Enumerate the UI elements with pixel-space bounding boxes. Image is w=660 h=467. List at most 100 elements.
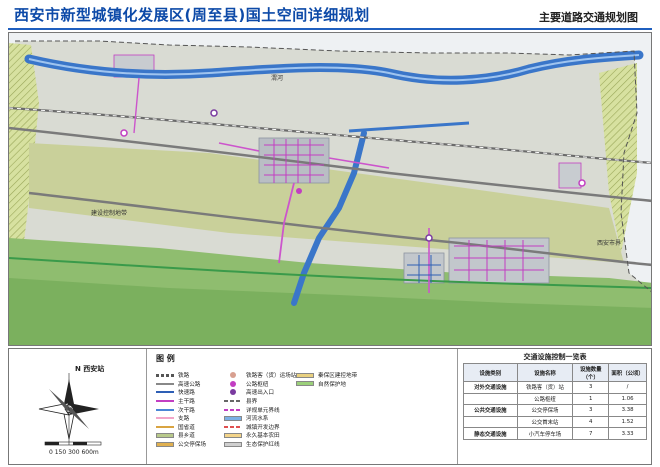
legend-item: 次干路 [156, 405, 206, 414]
legend-label: 高速出入口 [246, 390, 274, 397]
header-name: 设施名称 [516, 363, 574, 382]
legend-line-swatch [156, 382, 174, 385]
legend-label: 国省道 [178, 424, 195, 431]
legend-label: 铁路客（货）运场站 [246, 373, 297, 380]
facility-table: 设施类别 设施名称 设施数量（个） 面积（公顷） 对外交通设施 铁路客（货）站 3/… [463, 363, 647, 440]
legend-label: 永久基本农田 [246, 433, 280, 440]
facility-cell-category: 公共交通设施 [463, 404, 518, 417]
legend-dash-swatch [224, 400, 242, 403]
legend-label: 河流水系 [246, 416, 269, 423]
map-title: 西安市新型城镇化发展区(周至县)国土空间详细规划 [14, 6, 370, 24]
legend-fill-swatch [156, 441, 174, 447]
legend-label: 次干路 [178, 407, 195, 414]
legend-label: 详规单元界线 [246, 407, 280, 414]
legend-line-swatch [156, 425, 174, 428]
legend-rail-swatch [156, 373, 174, 377]
legend-label: 秦保区建控地带 [318, 373, 358, 380]
north-label: N 西安站 [75, 365, 105, 373]
legend-item: 铁路客（货）运场站 [224, 371, 296, 380]
legend-item: 铁路 [156, 371, 206, 380]
facility-table-row: 公共交通设施 公交停保场 3 3.38 [463, 404, 647, 417]
legend-dot-icon [230, 372, 236, 379]
highway-exit-central[interactable] [210, 109, 218, 117]
map-label: 渭河 [271, 74, 283, 82]
legend-dot-icon [230, 389, 236, 396]
legend-item: 高速公路 [156, 380, 206, 389]
legend-column-3: 秦保区建控地带 自然保护地 [296, 371, 357, 388]
facility-table-row: 静态交通设施 小汽车停车场 7 3.33 [463, 427, 647, 440]
legend-panel: N 西安站 0 150 300 600m 图 例 铁路 高速公路 快速路 主干路 次干路… [8, 348, 652, 465]
legend-item: 主干路 [156, 397, 206, 406]
highway-exit-east[interactable] [425, 234, 433, 242]
legend-label: 县界 [246, 399, 258, 406]
legend-label: 快速路 [178, 390, 195, 397]
map-subtitle: 主要道路交通规划图 [539, 11, 638, 24]
highway-exit-west[interactable] [120, 129, 128, 137]
facility-cell-category: 静态交通设施 [463, 427, 518, 440]
legend-column-1: 铁路 高速公路快速路主干路 次干路支路 国省道县乡道公交停保场 [156, 371, 206, 448]
legend-label: 生态保护红线 [246, 442, 280, 449]
facility-cell-category [463, 392, 518, 406]
legend-item: 公交停保场 [156, 440, 206, 449]
legend-label: 公交停保场 [178, 442, 206, 449]
facility-cell-count: 3 [572, 404, 610, 417]
facility-cell-area: 3.33 [608, 427, 647, 440]
legend-item: 高速出入口 [224, 388, 296, 397]
legend-item: 河流水系 [224, 414, 296, 423]
map-label: 西安市界 [597, 239, 621, 247]
facility-table-row: 公路枢纽 1 1.06 [463, 392, 647, 406]
facility-table-row: 公交首末站 4 1.52 [463, 415, 647, 429]
header-category: 设施类别 [463, 363, 518, 382]
legend-fill-swatch [296, 372, 314, 378]
legend-item: 城镇开发边界 [224, 423, 296, 432]
facility-cell-count: 7 [572, 427, 610, 440]
highway-exit-far-east[interactable] [578, 179, 586, 187]
legend-item: 支路 [156, 414, 206, 423]
legend-label: 县乡道 [178, 433, 195, 440]
legend-label: 公路枢纽 [246, 381, 269, 388]
legend-item: 详规单元界线 [224, 405, 296, 414]
legend-fill-swatch [296, 381, 314, 387]
highway-hub[interactable] [296, 188, 302, 194]
legend-fill-swatch [224, 441, 242, 447]
compass-box: N 西安站 0 150 300 600m [9, 349, 147, 464]
legend-fill-swatch [224, 415, 242, 421]
planning-map-canvas[interactable]: 渭河建设控制地带西安市界 [9, 33, 652, 346]
legend-label: 自然保护地 [318, 381, 346, 388]
facility-cell-count: 1 [572, 392, 610, 406]
legend-line-swatch [156, 400, 174, 403]
map-label: 建设控制地带 [91, 209, 127, 217]
east-urban-block-2 [403, 252, 445, 284]
legend-item: 县界 [224, 397, 296, 406]
facility-cell-count: 4 [572, 415, 610, 429]
header-count: 设施数量（个） [572, 363, 610, 382]
legend-fill-swatch [156, 432, 174, 438]
legend-item: 秦保区建控地带 [296, 371, 357, 380]
header-rule [8, 28, 652, 30]
legend-item: 生态保护红线 [224, 440, 296, 449]
legend-dash-swatch [224, 408, 242, 411]
legend-item: 快速路 [156, 388, 206, 397]
legend-label: 支路 [178, 416, 190, 423]
facility-cell-category: 对外交通设施 [463, 381, 518, 394]
facility-cell-area: 3.38 [608, 404, 647, 417]
east-small-block [558, 162, 582, 189]
facility-cell-name: 公交首末站 [516, 415, 574, 429]
legend-label: 主干路 [178, 399, 195, 406]
legend-item: 自然保护地 [296, 380, 357, 389]
legend-line-swatch [156, 408, 174, 411]
legend-column-2: 铁路客（货）运场站 公路枢纽高速出入口县界 详规单元界线 河流水系 城镇开发边界 永久基本… [224, 371, 296, 448]
header-area: 面积（公顷） [608, 363, 647, 382]
facility-table-header-row: 设施类别 设施名称 设施数量（个） 面积（公顷） [463, 363, 647, 382]
facility-cell-name: 铁路客（货）站 [516, 381, 574, 394]
legend-item: 公路枢纽 [224, 380, 296, 389]
legend-box: 图 例 铁路 高速公路 快速路 主干路 次干路 支路 国省道 县乡道 公交停保场 铁路客（货）运… [148, 349, 458, 464]
legend-item: 永久基本农田 [224, 431, 296, 440]
legend-label: 高速公路 [178, 381, 201, 388]
legend-item: 国省道 [156, 423, 206, 432]
facility-table-row: 对外交通设施 铁路客（货）站 3/ [463, 381, 647, 394]
facility-table-box: 交通设施控制一览表 设施类别 设施名称 设施数量（个） 面积（公顷） 对外交通设… [459, 349, 651, 464]
facility-table-title: 交通设施控制一览表 [523, 353, 587, 361]
planning-map[interactable]: 渭河建设控制地带西安市界 [8, 32, 652, 346]
facility-cell-name: 公交停保场 [516, 404, 574, 417]
